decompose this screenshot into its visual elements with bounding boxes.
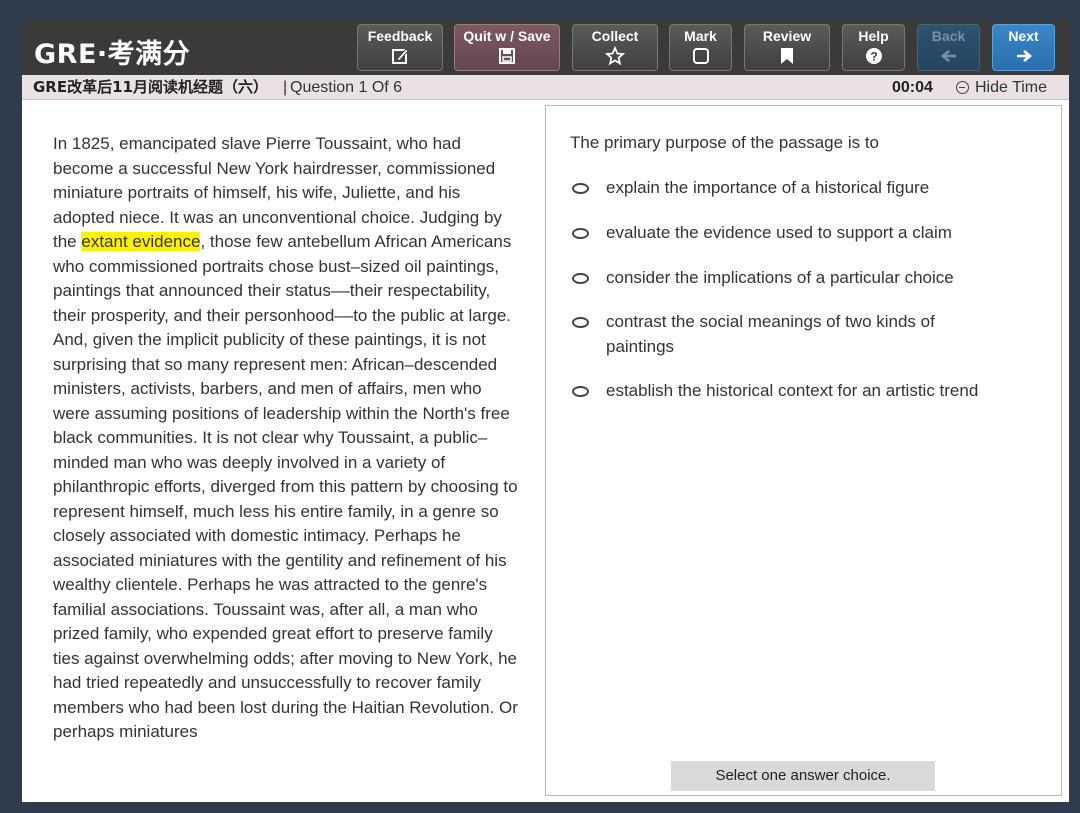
answer-choice-a[interactable]: explain the importance of a historical f… bbox=[570, 176, 1040, 201]
choice-label: establish the historical context for an … bbox=[606, 381, 979, 400]
collect-button[interactable]: Collect bbox=[572, 24, 658, 71]
question-panel: The primary purpose of the passage is to… bbox=[545, 105, 1062, 796]
help-label: Help bbox=[858, 28, 889, 44]
radio-button[interactable] bbox=[572, 273, 589, 284]
star-icon bbox=[605, 46, 625, 66]
answer-choice-d[interactable]: contrast the social meanings of two kind… bbox=[570, 310, 970, 359]
choice-label: contrast the social meanings of two kind… bbox=[606, 312, 935, 356]
minus-circle-icon bbox=[956, 81, 969, 94]
choice-label: explain the importance of a historical f… bbox=[606, 178, 930, 197]
radio-button[interactable] bbox=[572, 386, 589, 397]
checkbox-icon bbox=[692, 48, 709, 64]
status-bar: GRE改革后11月阅读机经题（六） | Question 1 Of 6 00:0… bbox=[22, 75, 1069, 100]
answer-choice-e[interactable]: establish the historical context for an … bbox=[570, 379, 980, 404]
exam-title: GRE改革后11月阅读机经题（六） bbox=[33, 78, 268, 96]
mark-label: Mark bbox=[684, 28, 717, 44]
review-label: Review bbox=[762, 28, 812, 44]
bookmark-icon bbox=[781, 48, 793, 64]
radio-button[interactable] bbox=[572, 183, 589, 194]
svg-text:?: ? bbox=[870, 50, 877, 64]
hide-time-button[interactable]: Hide Time bbox=[956, 75, 1047, 100]
save-icon bbox=[499, 48, 515, 64]
timer: 00:04 bbox=[892, 79, 933, 96]
radio-button[interactable] bbox=[572, 228, 589, 239]
answer-instruction: Select one answer choice. bbox=[671, 761, 935, 791]
answer-choice-c[interactable]: consider the implications of a particula… bbox=[570, 266, 1040, 291]
brand-logo: GRE·考满分 bbox=[34, 39, 191, 70]
choice-label: evaluate the evidence used to support a … bbox=[606, 223, 952, 242]
radio-button[interactable] bbox=[572, 317, 589, 328]
reading-passage: In 1825, emancipated slave Pierre Toussa… bbox=[53, 132, 523, 745]
quit-save-button[interactable]: Quit w / Save bbox=[454, 24, 560, 71]
test-window: GRE·考满分 Feedback Quit w / Save Collect M… bbox=[22, 20, 1069, 802]
review-button[interactable]: Review bbox=[744, 24, 830, 71]
help-button[interactable]: Help ? bbox=[842, 24, 905, 71]
collect-label: Collect bbox=[591, 28, 639, 44]
toolbar: GRE·考满分 Feedback Quit w / Save Collect M… bbox=[22, 20, 1069, 75]
divider: | bbox=[283, 79, 288, 96]
next-button[interactable]: Next bbox=[992, 24, 1055, 71]
quit-save-label: Quit w / Save bbox=[463, 28, 551, 44]
next-label: Next bbox=[1008, 28, 1039, 44]
answer-choice-b[interactable]: evaluate the evidence used to support a … bbox=[570, 221, 1040, 246]
back-button[interactable]: Back bbox=[917, 24, 980, 71]
arrow-left-icon bbox=[940, 50, 956, 62]
question-stem: The primary purpose of the passage is to bbox=[570, 133, 879, 152]
question-counter: Question 1 Of 6 bbox=[290, 79, 403, 96]
choice-label: consider the implications of a particula… bbox=[606, 268, 954, 287]
edit-icon bbox=[392, 48, 409, 64]
passage-text-rest: , those few antebellum African Americans… bbox=[53, 232, 518, 741]
hide-time-label: Hide Time bbox=[975, 79, 1048, 96]
help-icon: ? bbox=[865, 48, 882, 64]
arrow-right-icon bbox=[1016, 50, 1032, 62]
feedback-button[interactable]: Feedback bbox=[357, 24, 443, 71]
highlighted-text[interactable]: extant evidence bbox=[81, 232, 201, 251]
mark-button[interactable]: Mark bbox=[669, 24, 732, 71]
back-label: Back bbox=[931, 28, 966, 44]
feedback-label: Feedback bbox=[367, 28, 433, 44]
